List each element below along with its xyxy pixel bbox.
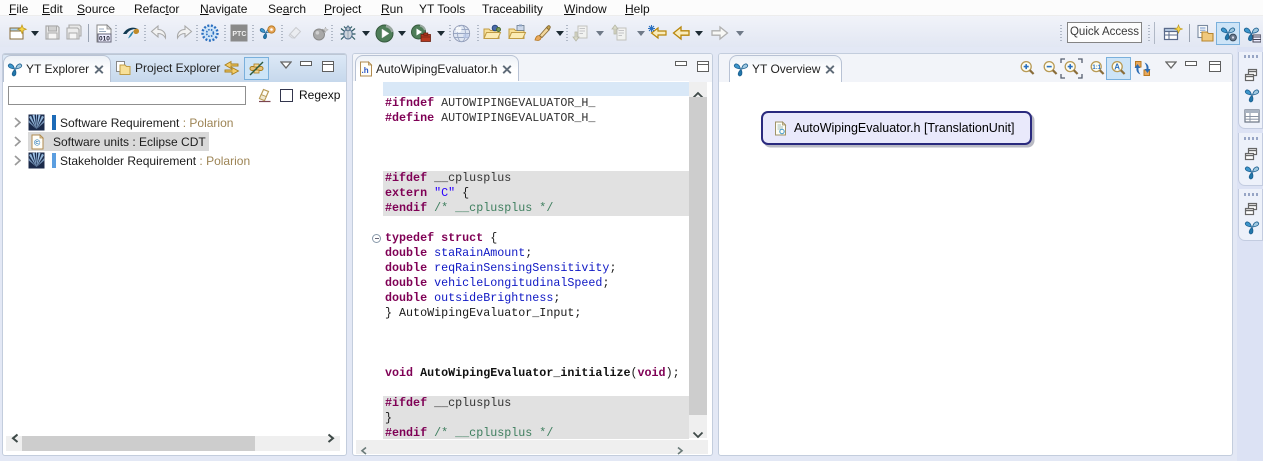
svg-text:A: A	[1114, 62, 1120, 71]
svg-text:©: ©	[34, 137, 41, 147]
svg-text:010: 010	[99, 36, 110, 43]
svg-text:.h: .h	[362, 66, 369, 75]
svg-text:PTC: PTC	[232, 31, 246, 38]
